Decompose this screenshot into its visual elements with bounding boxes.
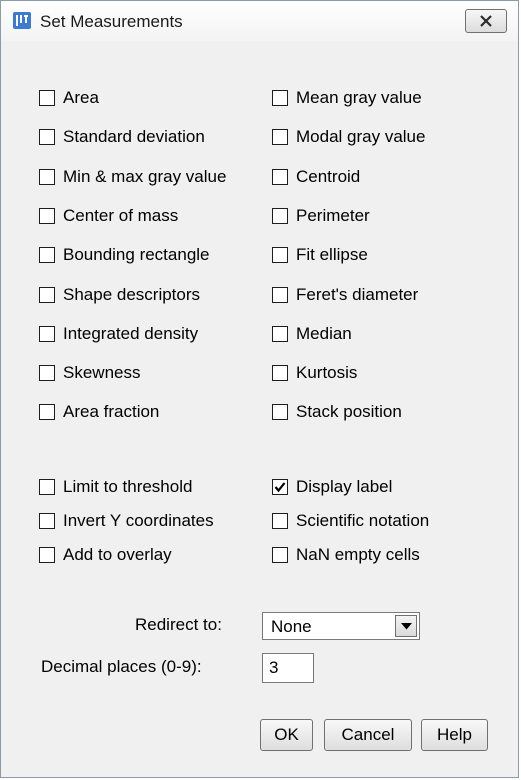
checkbox-box[interactable] [272,365,288,382]
checkmark-icon [274,482,286,493]
checkbox-label: Scientific notation [296,511,430,530]
checkbox-centroid[interactable]: Centroid [272,166,360,188]
checkbox-label: Shape descriptors [63,284,201,304]
checkbox-min-max-gray-value[interactable]: Min & max gray value [39,166,226,188]
checkbox-display-label[interactable]: Display label [272,476,392,498]
checkbox-box[interactable] [272,479,288,495]
redirect-select[interactable]: None [262,612,420,640]
checkbox-label: Feret's diameter [296,284,419,304]
close-icon [480,15,492,27]
checkbox-nan-empty-cells[interactable]: NaN empty cells [272,544,420,566]
checkbox-box[interactable] [272,247,288,264]
imagej-icon [13,12,31,29]
checkbox-area-fraction[interactable]: Area fraction [39,401,159,423]
checkbox-box[interactable] [39,404,55,421]
checkbox-label: Modal gray value [296,127,426,147]
redirect-label: Redirect to: [135,615,222,634]
checkbox-box[interactable] [39,247,55,264]
window-title: Set Measurements [40,12,183,31]
dropdown-button[interactable] [395,615,417,637]
close-button[interactable] [465,9,507,33]
checkbox-fit-ellipse[interactable]: Fit ellipse [272,244,368,266]
checkbox-box[interactable] [39,168,55,185]
checkbox-box[interactable] [39,90,55,106]
checkbox-integrated-density[interactable]: Integrated density [39,323,198,345]
checkbox-add-to-overlay[interactable]: Add to overlay [39,544,172,566]
checkbox-box[interactable] [39,207,55,224]
checkbox-box[interactable] [272,168,288,185]
checkbox-box[interactable] [39,365,55,382]
checkbox-box[interactable] [39,325,55,342]
checkbox-area[interactable]: Area [39,87,99,109]
checkbox-standard-deviation[interactable]: Standard deviation [39,126,205,148]
checkbox-box[interactable] [39,547,55,563]
checkbox-label: Invert Y coordinates [63,511,214,530]
checkbox-label: Stack position [296,402,402,422]
title-bar[interactable]: Set Measurements [1,1,518,41]
checkbox-box[interactable] [272,404,288,421]
checkbox-mean-gray-value[interactable]: Mean gray value [272,87,422,109]
checkbox-box[interactable] [39,286,55,303]
checkbox-stack-position[interactable]: Stack position [272,401,402,423]
checkbox-label: Area [63,88,99,107]
checkbox-box[interactable] [272,513,288,529]
checkbox-median[interactable]: Median [272,323,352,345]
set-measurements-dialog: Set Measurements Area Mean gray value Stan… [0,0,519,778]
checkbox-label: Median [296,323,352,343]
checkbox-label: Kurtosis [296,363,358,383]
checkbox-label: Bounding rectangle [63,245,210,265]
checkbox-box[interactable] [39,479,55,495]
checkbox-label: Mean gray value [296,88,422,107]
checkbox-label: Center of mass [63,205,179,225]
checkbox-label: Display label [296,477,393,496]
chevron-down-icon [401,623,412,630]
checkbox-box[interactable] [272,286,288,303]
checkbox-box[interactable] [39,129,55,146]
checkbox-label: Add to overlay [63,545,172,564]
ok-button[interactable]: OK [260,719,313,751]
checkbox-center-of-mass[interactable]: Center of mass [39,205,178,227]
checkbox-box[interactable] [272,90,288,106]
checkbox-shape-descriptors[interactable]: Shape descriptors [39,284,200,306]
checkbox-modal-gray-value[interactable]: Modal gray value [272,126,425,148]
checkbox-kurtosis[interactable]: Kurtosis [272,362,357,384]
checkbox-label: Standard deviation [63,127,205,147]
checkbox-limit-to-threshold[interactable]: Limit to threshold [39,476,192,498]
checkbox-label: NaN empty cells [296,545,420,564]
checkbox-box[interactable] [272,547,288,563]
checkbox-scientific-notation[interactable]: Scientific notation [272,510,429,532]
help-button[interactable]: Help [421,719,488,751]
checkbox-box[interactable] [272,207,288,224]
cancel-button[interactable]: Cancel [324,719,412,751]
checkbox-box[interactable] [272,325,288,342]
checkbox-bounding-rectangle[interactable]: Bounding rectangle [39,244,210,266]
checkbox-perimeter[interactable]: Perimeter [272,205,370,227]
checkbox-feret-s-diameter[interactable]: Feret's diameter [272,284,418,306]
checkbox-box[interactable] [272,129,288,146]
checkbox-box[interactable] [39,513,55,529]
redirect-value: None [271,617,312,636]
checkbox-label: Min & max gray value [63,166,227,186]
checkbox-label: Centroid [296,166,361,186]
checkbox-label: Integrated density [63,323,199,343]
checkbox-label: Area fraction [63,402,160,422]
checkbox-label: Fit ellipse [296,245,368,265]
checkbox-label: Perimeter [296,205,370,225]
decimal-places-label: Decimal places (0-9): [41,657,202,676]
decimal-places-input[interactable] [262,653,314,683]
checkbox-invert-y-coordinates[interactable]: Invert Y coordinates [39,510,214,532]
checkbox-label: Skewness [63,363,141,383]
checkbox-skewness[interactable]: Skewness [39,362,140,384]
checkbox-label: Limit to threshold [63,477,193,496]
